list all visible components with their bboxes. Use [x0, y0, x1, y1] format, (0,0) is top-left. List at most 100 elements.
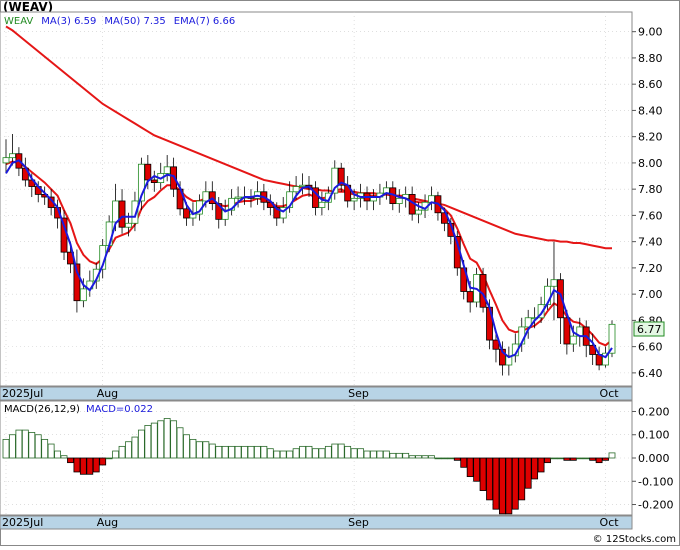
price-tick-label: 8.20	[638, 131, 663, 144]
macd-bar-positive	[21, 429, 29, 459]
macd-bar-positive	[208, 443, 216, 459]
macd-bar-negative	[524, 457, 532, 489]
macd-bar-positive	[241, 445, 248, 459]
macd-bar-positive	[447, 457, 455, 460]
candle-body-up	[299, 184, 306, 187]
macd-bar-positive	[41, 438, 49, 459]
macd-bar-positive	[363, 450, 371, 459]
price-tick-label: 7.60	[638, 209, 663, 222]
candle-body-up	[125, 222, 132, 228]
price-tick-label: 8.60	[638, 78, 663, 91]
macd-bar-negative	[531, 457, 539, 480]
macd-bar-positive	[54, 450, 61, 459]
macd-legend: MACD(26,12,9) MACD=0.022	[4, 404, 153, 415]
macd-bar-positive	[440, 457, 448, 460]
macd-bar-positive	[228, 445, 236, 459]
macd-bar-positive	[60, 455, 68, 459]
macd-bar-positive	[273, 450, 281, 459]
macd-month-label: Oct	[600, 516, 620, 529]
macd-bar-positive	[318, 448, 326, 459]
macd-bar-positive	[105, 457, 113, 460]
macd-bar-positive	[324, 445, 332, 459]
macd-bar-positive	[550, 457, 558, 460]
candle	[479, 267, 487, 313]
macd-bar-positive	[202, 441, 210, 459]
stock-chart: (WEAV) 9.00 8.80 8.60 8.40 8.20 8.00 7.80 7.60 7…	[0, 0, 680, 546]
macd-month-band	[0, 515, 633, 530]
candle-body-down	[150, 179, 158, 183]
macd-bar-positive	[112, 450, 119, 459]
candle-body-down	[144, 163, 152, 181]
macd-bar-positive	[357, 448, 364, 459]
macd-bar-positive	[189, 438, 197, 459]
macd-bar-positive	[370, 450, 377, 459]
macd-bar-positive	[582, 457, 590, 460]
macd-bar-positive	[408, 455, 416, 459]
macd-bar-positive	[170, 420, 178, 459]
candle-body-down	[118, 200, 126, 228]
macd-bar-positive	[266, 448, 274, 459]
macd-bar-positive	[608, 452, 616, 459]
macd-bar-positive	[176, 427, 184, 459]
macd-bar-positive	[254, 445, 261, 459]
macd-tick-label: -0.200	[638, 499, 673, 512]
price-month-label: Oct	[600, 387, 620, 400]
candle-body-up	[2, 157, 10, 164]
price-month-label: Aug	[97, 387, 118, 400]
macd-bar-negative	[473, 457, 481, 482]
macd-bar-positive	[312, 448, 319, 459]
candle-body-up	[9, 153, 16, 159]
price-tick-label: 7.80	[638, 183, 663, 196]
price-panel: 9.00 8.80 8.60 8.40 8.20 8.00 7.80 7.60 7.40 7.20…	[0, 11, 665, 401]
macd-bar-positive	[331, 443, 339, 459]
price-tick-label: 6.40	[638, 367, 663, 380]
candle-body-up	[292, 186, 300, 193]
macd-bar-positive	[234, 445, 242, 459]
macd-bar-positive	[344, 445, 352, 459]
macd-bar-positive	[286, 450, 294, 459]
candle-body-up	[550, 279, 558, 287]
candle-body-up	[163, 166, 171, 174]
macd-legend-name: MACD(26,12,9)	[4, 404, 80, 415]
macd-bar-positive	[376, 450, 384, 459]
macd-bar-positive	[576, 457, 584, 460]
macd-bar-positive	[196, 441, 203, 459]
price-tick-label: 9.00	[638, 26, 663, 39]
price-month-label: Sep	[348, 387, 369, 400]
price-tick-label: 8.00	[638, 157, 663, 170]
last-price-tag: 6.77	[633, 321, 665, 337]
macd-bar-negative	[505, 457, 513, 515]
macd-tick-label: 0.100	[638, 429, 670, 442]
price-month-label: 2025Jul	[2, 387, 43, 400]
candle-body-up	[79, 288, 87, 302]
price-tick-label: 8.40	[638, 104, 663, 117]
macd-bar-positive	[118, 445, 126, 459]
macd-bar-positive	[28, 432, 36, 459]
legend-ma50: MA(50) 7.35	[104, 16, 165, 27]
macd-bar-positive	[47, 443, 55, 459]
macd-bar-negative	[492, 457, 500, 510]
macd-bar-positive	[125, 441, 132, 459]
macd-bar-positive	[15, 429, 23, 459]
last-price-label: 6.77	[637, 323, 662, 336]
macd-bar-negative	[460, 457, 468, 468]
macd-bar-positive	[428, 455, 435, 459]
candle-body-up	[234, 196, 242, 199]
candle-body-up	[569, 335, 577, 345]
macd-bar-negative	[79, 457, 87, 475]
candle-body-up	[415, 209, 422, 215]
macd-bar-negative	[602, 457, 609, 461]
macd-bar-positive	[305, 445, 313, 459]
macd-bar-positive	[163, 418, 171, 459]
macd-bar-positive	[395, 452, 403, 459]
macd-bar-positive	[415, 455, 422, 459]
candle-body-down	[183, 208, 190, 219]
macd-legend-value: MACD=0.022	[86, 404, 153, 415]
watermark: © 12Stocks.com	[593, 534, 676, 545]
candle-body-down	[479, 274, 487, 308]
macd-bar-positive	[389, 452, 397, 459]
macd-bar-negative	[479, 457, 487, 491]
macd-bar-negative	[499, 457, 506, 515]
macd-bar-negative	[595, 457, 603, 464]
legend-ema7: EMA(7) 6.66	[174, 16, 235, 27]
